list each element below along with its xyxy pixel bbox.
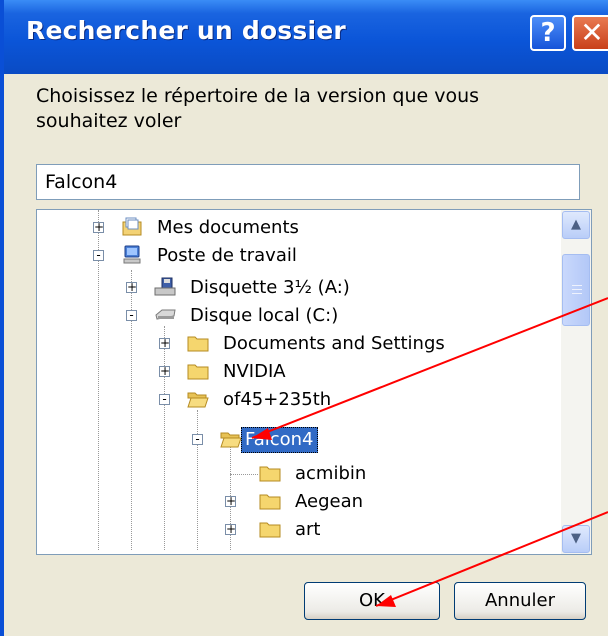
floppy-drive-icon [154,277,176,296]
expand-icon[interactable]: + [225,523,236,535]
tree-item-label: Documents and Settings [223,333,445,354]
expand-icon[interactable]: + [159,365,170,377]
folder-icon [259,522,281,538]
help-button[interactable]: ? [530,15,566,51]
browse-folder-dialog: Rechercher un dossier ? ✕ Choisissez le … [0,0,608,636]
close-button[interactable]: ✕ [572,15,608,51]
tree-item-label: NVIDIA [223,361,286,382]
chevron-down-icon: ▼ [571,531,581,546]
window-title: Rechercher un dossier [26,16,346,45]
tree-item-label: Mes documents [157,217,299,238]
expand-icon[interactable]: + [225,495,236,507]
folder-open-icon [187,392,209,408]
scroll-thumb[interactable] [562,254,590,326]
folder-icon [259,466,281,482]
expand-icon[interactable]: + [93,221,104,233]
scroll-down-button[interactable]: ▼ [562,525,590,553]
tree-item-label: Disquette 3½ (A:) [190,277,350,298]
folder-icon [187,336,209,352]
folder-icon [259,494,281,510]
tree-item-label: Disque local (C:) [190,305,339,326]
tree-item-label: Poste de travail [157,245,297,266]
close-icon: ✕ [580,16,604,49]
expand-icon[interactable]: + [159,337,170,349]
instruction-text: Choisissez le répertoire de la version q… [36,85,480,132]
tree-item-label: acmibin [295,463,367,484]
tree-connector [230,474,258,475]
collapse-icon[interactable]: - [192,433,203,445]
chevron-up-icon: ▲ [571,217,581,232]
folder-icon [187,364,209,380]
scroll-up-button[interactable]: ▲ [562,211,590,239]
folder-tree[interactable]: + Mes documents - Poste de travail + Dis… [36,209,592,555]
tree-connector [197,410,198,550]
hard-drive-icon [155,309,176,320]
folder-open-icon [220,432,242,448]
collapse-icon[interactable]: - [126,309,137,321]
tree-item-label: Aegean [295,491,364,512]
cancel-button[interactable]: Annuler [454,582,586,620]
expand-icon[interactable]: + [126,281,137,293]
collapse-icon[interactable]: - [159,393,170,405]
tree-item-label: Falcon4 [241,427,318,453]
collapse-icon[interactable]: - [93,249,104,261]
title-bar[interactable]: Rechercher un dossier ? ✕ [4,0,608,74]
tree-item-label: art [295,519,321,540]
my-documents-icon [122,217,142,236]
help-icon: ? [540,18,556,48]
ok-button[interactable]: OK [304,582,440,620]
vertical-scrollbar[interactable]: ▲ ▼ [561,210,591,554]
folder-path-field[interactable]: Falcon4 [36,164,580,200]
my-computer-icon [123,245,141,264]
tree-item-label: of45+235th [223,389,332,410]
tree-connector [164,326,165,550]
